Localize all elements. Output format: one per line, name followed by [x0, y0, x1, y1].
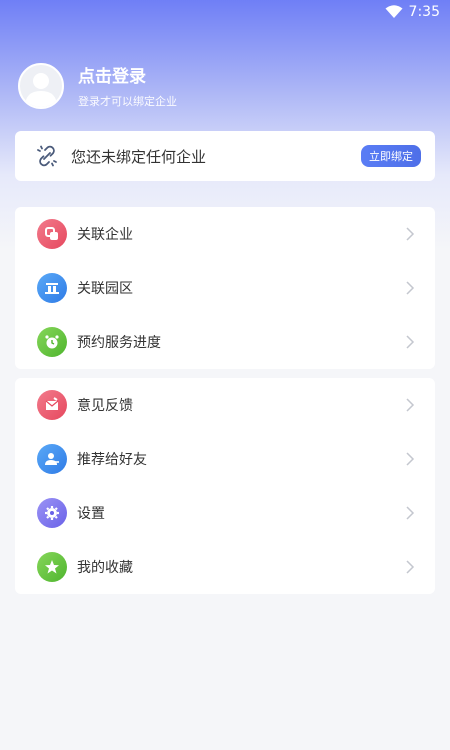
- settings-gear-icon: [37, 498, 67, 528]
- menu-label: 意见反馈: [77, 398, 133, 414]
- menu-item-link-park[interactable]: 关联园区: [15, 261, 435, 315]
- menu-label: 预约服务进度: [77, 335, 161, 351]
- menu-group-1: 关联企业 关联园区 预约服务进度: [15, 207, 435, 369]
- menu-label: 设置: [77, 506, 105, 522]
- menu-item-favorites[interactable]: 我的收藏: [15, 540, 435, 594]
- chevron-right-icon: [406, 335, 415, 349]
- wifi-icon: [385, 5, 403, 18]
- default-avatar-icon: [25, 72, 57, 107]
- chevron-right-icon: [406, 398, 415, 412]
- menu-label: 关联园区: [77, 281, 133, 297]
- profile-login[interactable]: 点击登录 登录才可以绑定企业: [18, 62, 177, 109]
- menu-item-booking-progress[interactable]: 预约服务进度: [15, 315, 435, 369]
- chevron-right-icon: [406, 560, 415, 574]
- menu-label: 关联企业: [77, 227, 133, 243]
- menu-item-settings[interactable]: 设置: [15, 486, 435, 540]
- feedback-icon: [37, 390, 67, 420]
- avatar[interactable]: [18, 62, 64, 109]
- status-time: 7:35: [408, 4, 440, 20]
- chevron-right-icon: [406, 506, 415, 520]
- chevron-right-icon: [406, 227, 415, 241]
- menu-item-feedback[interactable]: 意见反馈: [15, 378, 435, 432]
- menu-group-2: 意见反馈 推荐给好友 设置 我的收藏: [15, 378, 435, 594]
- unlink-chain-icon: [37, 145, 57, 167]
- bind-enterprise-card: 您还未绑定任何企业 立即绑定: [15, 131, 435, 181]
- menu-item-link-enterprise[interactable]: 关联企业: [15, 207, 435, 261]
- park-icon: [37, 273, 67, 303]
- menu-item-recommend-friend[interactable]: 推荐给好友: [15, 432, 435, 486]
- link-enterprise-icon: [37, 219, 67, 249]
- alarm-clock-icon: [37, 327, 67, 357]
- login-title[interactable]: 点击登录: [78, 62, 177, 87]
- menu-label: 我的收藏: [77, 560, 133, 576]
- status-bar: 7:35: [0, 0, 450, 24]
- no-enterprise-text: 您还未绑定任何企业: [71, 147, 207, 166]
- chevron-right-icon: [406, 452, 415, 466]
- bind-now-button[interactable]: 立即绑定: [361, 145, 421, 167]
- recommend-user-icon: [37, 444, 67, 474]
- chevron-right-icon: [406, 281, 415, 295]
- login-subtitle: 登录才可以绑定企业: [78, 95, 177, 108]
- menu-label: 推荐给好友: [77, 452, 147, 468]
- star-icon: [37, 552, 67, 582]
